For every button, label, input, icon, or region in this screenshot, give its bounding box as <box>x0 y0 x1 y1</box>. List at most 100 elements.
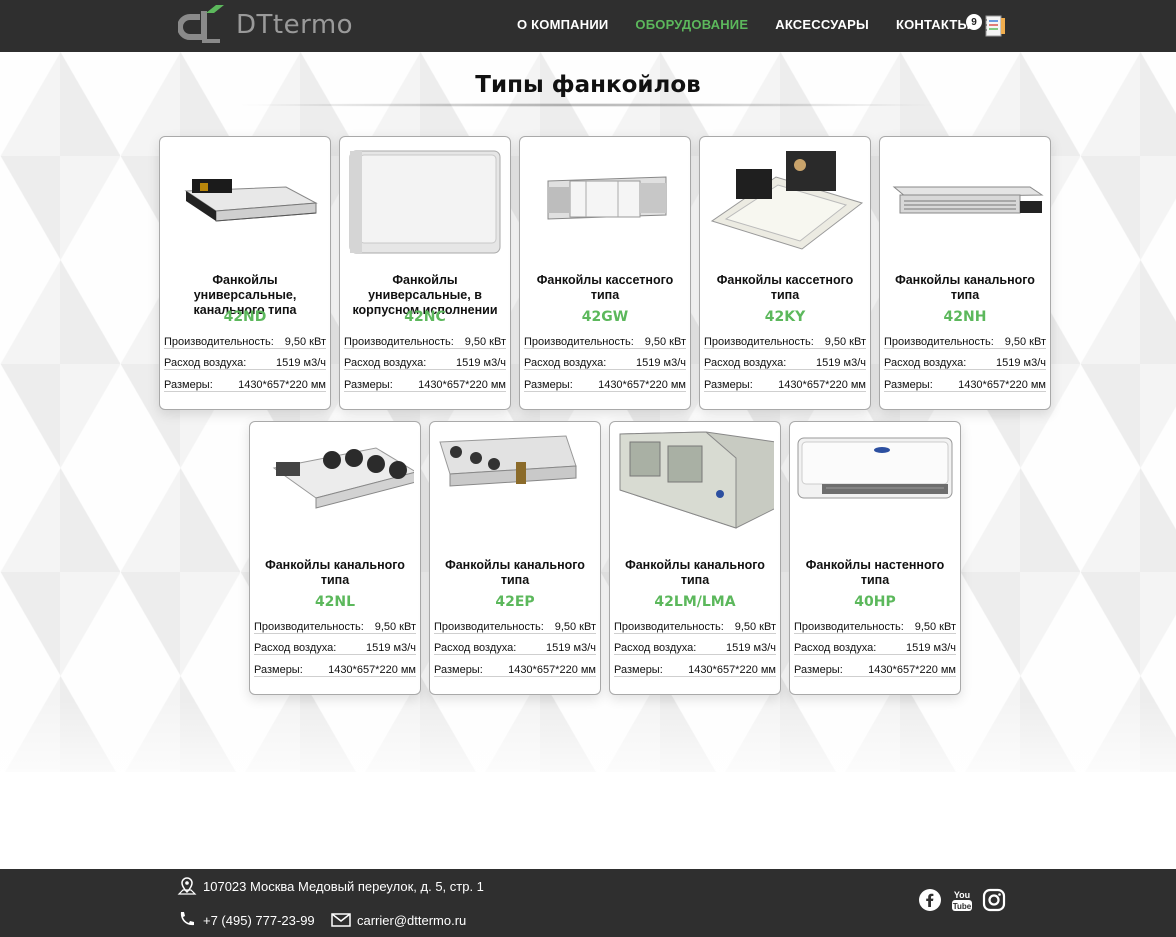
product-card-42nh[interactable]: Фанкойлы канального типа 42NH Производит… <box>879 136 1051 410</box>
product-model[interactable]: 42EP <box>430 594 600 610</box>
address-text: 107023 Москва Медовый переулок, д. 5, ст… <box>203 878 484 894</box>
product-card-42ep[interactable]: Фанкойлы канального типа 42EP Производит… <box>429 421 601 695</box>
spec-value: 9,50 кВт <box>824 336 866 348</box>
spec-value: 1519 м3/ч <box>366 642 416 654</box>
spec-capacity: Производительность: 9,50 кВт <box>794 617 956 634</box>
spec-label: Размеры: <box>704 379 753 391</box>
product-title: Фанкойлы кассетного типа <box>536 273 674 302</box>
spec-value: 1430*657*220 мм <box>418 379 506 391</box>
spec-value: 9,50 кВт <box>914 621 956 633</box>
spec-label: Расход воздуха: <box>344 357 427 369</box>
spec-label: Размеры: <box>794 664 843 676</box>
product-model[interactable]: 42LM/LMA <box>610 594 780 610</box>
product-card-42nc[interactable]: Фанкойлы универсальные, в корпусном испо… <box>339 136 511 410</box>
product-card-42ky[interactable]: Фанкойлы кассетного типа 42KY Производит… <box>699 136 871 410</box>
spec-value: 1430*657*220 мм <box>958 379 1046 391</box>
footer-email[interactable]: carrier@dttermo.ru <box>331 910 466 930</box>
spec-airflow: Расход воздуха: 1519 м3/ч <box>884 353 1046 370</box>
product-image-42lm <box>619 431 774 529</box>
phone-icon <box>180 912 194 926</box>
product-title: Фанкойлы кассетного типа <box>716 273 854 302</box>
background-fade <box>0 700 1176 869</box>
spec-size: Размеры: 1430*657*220 мм <box>434 660 596 677</box>
spec-airflow: Расход воздуха: 1519 м3/ч <box>614 638 776 655</box>
product-model[interactable]: 42KY <box>700 309 870 325</box>
spec-label: Расход воздуха: <box>704 357 787 369</box>
spec-value: 1430*657*220 мм <box>688 664 776 676</box>
instagram-icon[interactable] <box>982 888 1006 912</box>
facebook-icon[interactable] <box>918 888 942 912</box>
youtube-icon[interactable]: You Tube <box>950 888 974 912</box>
spec-value: 1430*657*220 мм <box>328 664 416 676</box>
svg-text:Tube: Tube <box>953 902 972 911</box>
spec-value: 1519 м3/ч <box>636 357 686 369</box>
social-links: You Tube <box>918 888 1006 912</box>
email-text[interactable]: carrier@dttermo.ru <box>357 913 466 928</box>
product-model[interactable]: 42NC <box>340 309 510 325</box>
spec-size: Размеры: 1430*657*220 мм <box>254 660 416 677</box>
spec-label: Производительность: <box>164 336 274 348</box>
footer-phone[interactable]: +7 (495) 777-23-99 <box>177 910 315 930</box>
spec-label: Размеры: <box>614 664 663 676</box>
spec-value: 1519 м3/ч <box>726 642 776 654</box>
spec-value: 1519 м3/ч <box>816 357 866 369</box>
spec-capacity: Производительность: 9,50 кВт <box>704 332 866 349</box>
product-image-42gw <box>547 176 667 220</box>
mail-icon <box>331 913 351 927</box>
product-card-42gw[interactable]: Фанкойлы кассетного типа 42GW Производит… <box>519 136 691 410</box>
spec-size: Размеры: 1430*657*220 мм <box>884 375 1046 392</box>
spec-label: Производительность: <box>434 621 544 633</box>
spec-label: Производительность: <box>344 336 454 348</box>
product-title: Фанкойлы канального типа <box>445 558 585 587</box>
spec-airflow: Расход воздуха: 1519 м3/ч <box>794 638 956 655</box>
spec-value: 1519 м3/ч <box>276 357 326 369</box>
product-model[interactable]: 40HP <box>790 594 960 610</box>
spec-label: Расход воздуха: <box>524 357 607 369</box>
spec-value: 9,50 кВт <box>734 621 776 633</box>
spec-value: 9,50 кВт <box>374 621 416 633</box>
product-image-42nc <box>349 150 501 254</box>
product-card-40hp[interactable]: Фанкойлы настенного типа 40HP Производит… <box>789 421 961 695</box>
spec-value: 9,50 кВт <box>554 621 596 633</box>
spec-label: Размеры: <box>434 664 483 676</box>
spec-label: Производительность: <box>704 336 814 348</box>
product-image-42ep <box>439 435 577 487</box>
phone-text[interactable]: +7 (495) 777-23-99 <box>203 913 315 928</box>
product-title: Фанкойлы канального типа <box>265 558 405 587</box>
spec-label: Размеры: <box>884 379 933 391</box>
product-image-40hp <box>797 437 953 499</box>
spec-capacity: Производительность: 9,50 кВт <box>164 332 326 349</box>
product-image-42nd <box>184 179 318 222</box>
spec-label: Расход воздуха: <box>794 642 877 654</box>
product-card-42nl[interactable]: Фанкойлы канального типа 42NL Производит… <box>249 421 421 695</box>
product-image-42ky <box>710 151 864 250</box>
product-model[interactable]: 42ND <box>160 309 330 325</box>
spec-label: Расход воздуха: <box>884 357 967 369</box>
spec-capacity: Производительность: 9,50 кВт <box>614 617 776 634</box>
spec-label: Размеры: <box>344 379 393 391</box>
spec-label: Производительность: <box>614 621 724 633</box>
spec-label: Производительность: <box>254 621 364 633</box>
spec-value: 9,50 кВт <box>464 336 506 348</box>
footer-address: 107023 Москва Медовый переулок, д. 5, ст… <box>177 876 484 896</box>
spec-capacity: Производительность: 9,50 кВт <box>884 332 1046 349</box>
spec-capacity: Производительность: 9,50 кВт <box>344 332 506 349</box>
spec-value: 1519 м3/ч <box>546 642 596 654</box>
product-model[interactable]: 42NH <box>880 309 1050 325</box>
product-title: Фанкойлы универсальные, канального типа <box>193 273 297 317</box>
product-title: Фанкойлы канального типа <box>625 558 765 587</box>
product-card-42lm[interactable]: Фанкойлы канального типа 42LM/LMA Произв… <box>609 421 781 695</box>
spec-value: 1430*657*220 мм <box>598 379 686 391</box>
spec-value: 1430*657*220 мм <box>508 664 596 676</box>
spec-label: Размеры: <box>524 379 573 391</box>
product-model[interactable]: 42GW <box>520 309 690 325</box>
spec-value: 9,50 кВт <box>284 336 326 348</box>
product-title: Фанкойлы канального типа <box>895 273 1035 302</box>
spec-value: 1430*657*220 мм <box>778 379 866 391</box>
product-card-42nd[interactable]: Фанкойлы универсальные, канального типа … <box>159 136 331 410</box>
spec-value: 1430*657*220 мм <box>238 379 326 391</box>
product-image-42nl <box>272 447 414 509</box>
product-model[interactable]: 42NL <box>250 594 420 610</box>
spec-size: Размеры: 1430*657*220 мм <box>344 375 506 392</box>
map-pin-icon <box>177 877 197 895</box>
